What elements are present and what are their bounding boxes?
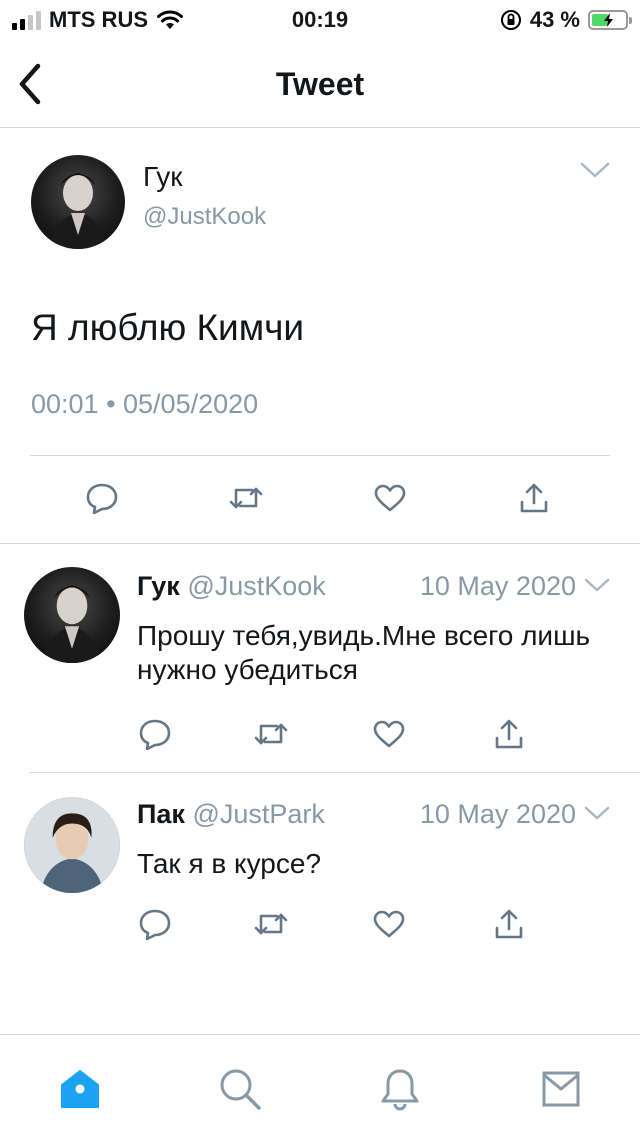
- reply-header: Пак @JustPark: [137, 799, 325, 830]
- tab-messages[interactable]: [540, 1067, 584, 1111]
- battery-percent: 43 %: [529, 7, 580, 32]
- share-button[interactable]: [516, 481, 552, 515]
- retweet-button[interactable]: [228, 481, 264, 515]
- tweet-options-button[interactable]: [584, 577, 610, 598]
- like-button[interactable]: [371, 907, 407, 941]
- retweet-icon: [254, 913, 288, 935]
- share-icon: [495, 909, 523, 939]
- main-tweet: Гук @JustKook Я люблю Кимчи 00:01 • 05/0…: [0, 129, 640, 544]
- retweet-icon: [229, 487, 263, 509]
- bell-icon: [381, 1069, 419, 1111]
- tab-home[interactable]: [58, 1067, 102, 1111]
- author-name[interactable]: Гук: [143, 161, 183, 193]
- tweet-actions: [84, 481, 552, 515]
- avatar[interactable]: [24, 797, 120, 893]
- home-icon: [61, 1070, 99, 1108]
- reply-tweet[interactable]: Гук @JustKook 10 May 2020 Прошу тебя,уви…: [0, 545, 640, 773]
- heart-icon: [374, 484, 406, 512]
- tweet-options-button[interactable]: [584, 805, 610, 826]
- orientation-lock-icon: [500, 10, 521, 30]
- tweet-options-button[interactable]: [580, 161, 610, 184]
- reply-button[interactable]: [84, 481, 120, 515]
- avatar[interactable]: [24, 567, 120, 663]
- chevron-down-icon: [584, 806, 610, 820]
- retweet-icon: [254, 723, 288, 745]
- author-name[interactable]: Гук: [137, 571, 180, 601]
- author-handle[interactable]: @JustKook: [143, 203, 266, 231]
- battery-icon: [588, 10, 632, 30]
- author-handle[interactable]: @JustPark: [192, 799, 324, 829]
- tweet-text: Я люблю Кимчи: [31, 307, 305, 348]
- tweet-timestamp: 00:01 • 05/05/2020: [31, 389, 259, 419]
- reply-header: Гук @JustKook: [137, 571, 326, 602]
- reply-actions: [137, 717, 527, 751]
- divider: [30, 455, 610, 456]
- status-right: 43 %: [500, 7, 632, 33]
- reply-button[interactable]: [137, 907, 173, 941]
- reply-icon: [86, 483, 118, 514]
- author-handle[interactable]: @JustKook: [187, 571, 325, 601]
- reply-date: 10 May 2020: [419, 571, 576, 601]
- share-button[interactable]: [491, 717, 527, 751]
- page-title: Tweet: [275, 66, 365, 102]
- chevron-down-icon: [580, 162, 610, 178]
- share-icon: [520, 483, 548, 513]
- reply-text: Прошу тебя,увидь.Мне всего лишь нужно уб…: [137, 620, 591, 685]
- retweet-button[interactable]: [253, 717, 289, 751]
- author-name[interactable]: Пак: [137, 799, 185, 829]
- reply-icon: [139, 909, 171, 940]
- heart-icon: [373, 720, 405, 748]
- avatar[interactable]: [31, 155, 125, 249]
- reply-tweet[interactable]: Пак @JustPark 10 May 2020 Так я в курсе?: [0, 773, 640, 973]
- status-bar: MTS RUS 00:19 43 %: [0, 0, 640, 40]
- tab-search[interactable]: [218, 1067, 262, 1111]
- heart-icon: [373, 910, 405, 938]
- reply-text: Так я в курсе?: [137, 848, 322, 879]
- navigation-bar: Tweet: [0, 40, 640, 128]
- like-button[interactable]: [372, 481, 408, 515]
- envelope-icon: [542, 1071, 580, 1107]
- like-button[interactable]: [371, 717, 407, 751]
- reply-button[interactable]: [137, 717, 173, 751]
- reply-actions: [137, 907, 527, 941]
- search-icon: [220, 1069, 261, 1110]
- chevron-down-icon: [584, 578, 610, 592]
- reply-icon: [139, 719, 171, 750]
- tab-notifications[interactable]: [378, 1067, 422, 1111]
- retweet-button[interactable]: [253, 907, 289, 941]
- share-icon: [495, 719, 523, 749]
- tab-bar: [0, 1034, 640, 1136]
- reply-date: 10 May 2020: [419, 799, 576, 829]
- share-button[interactable]: [491, 907, 527, 941]
